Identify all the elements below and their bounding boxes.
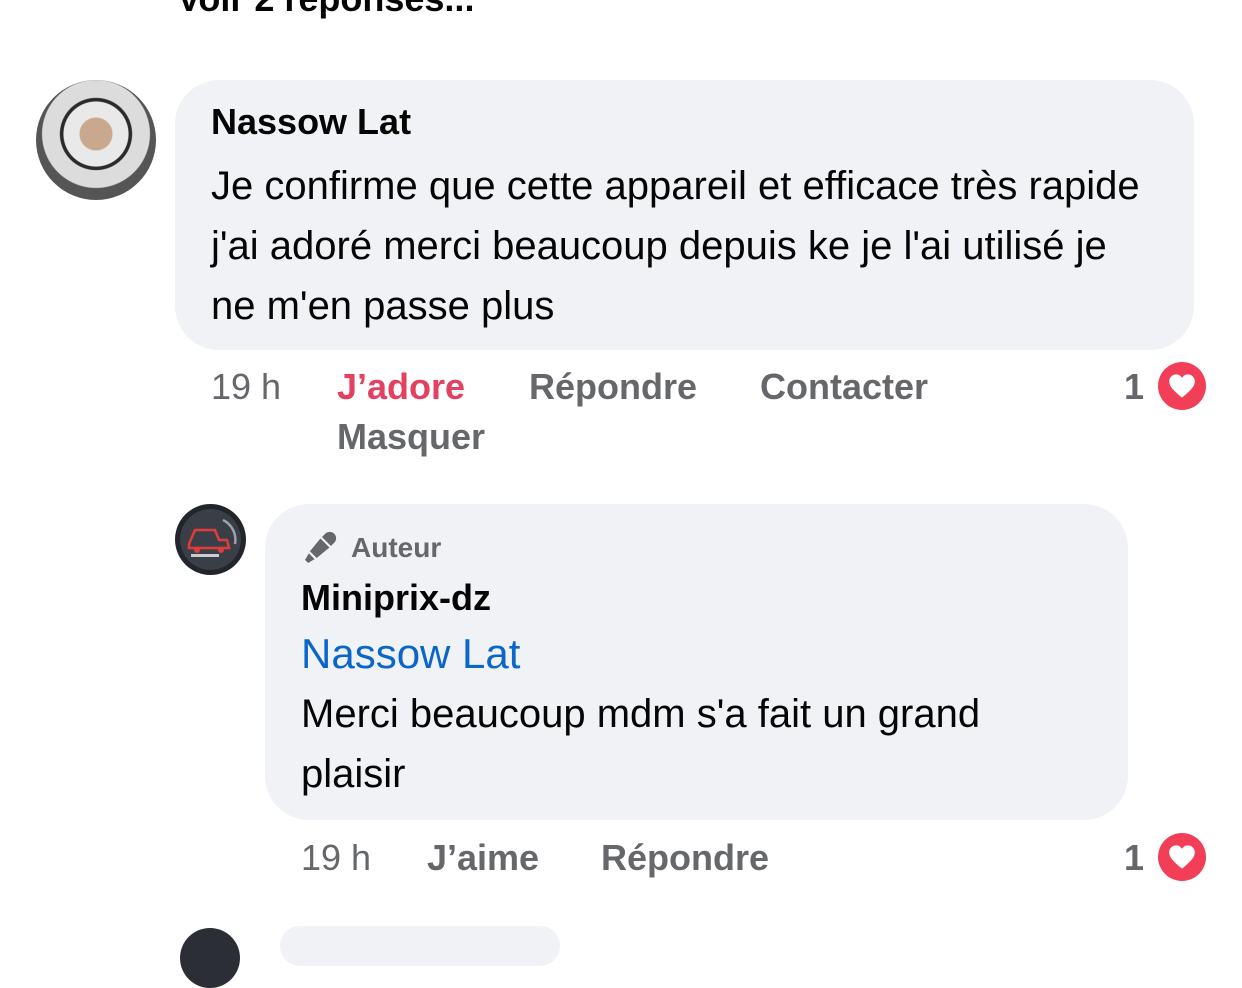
- comment-bubble: Nassow Lat Je confirme que cette apparei…: [175, 80, 1194, 350]
- author-badge: Auteur: [301, 530, 1092, 566]
- view-replies-link[interactable]: Voir 2 réponses...: [177, 0, 474, 20]
- next-commenter-avatar[interactable]: [180, 928, 240, 988]
- hide-button[interactable]: Masquer: [337, 412, 485, 462]
- reply-reaction-count[interactable]: 1: [1124, 833, 1144, 883]
- love-button[interactable]: J’adore: [337, 362, 465, 412]
- comment-text: Je confirme que cette appareil et effica…: [211, 164, 1140, 328]
- reply-actions: 19 h: [301, 833, 371, 883]
- comment-actions: 19 h: [211, 362, 281, 412]
- comment-author-name[interactable]: Nassow Lat: [211, 102, 1158, 142]
- comment-timestamp[interactable]: 19 h: [211, 366, 281, 407]
- like-button[interactable]: J’aime: [427, 833, 539, 883]
- heart-icon-shape: [1169, 845, 1195, 869]
- commenter-avatar[interactable]: [36, 80, 156, 200]
- reply-text: Merci beaucoup mdm s'a fait un grand pla…: [301, 692, 981, 796]
- page-avatar[interactable]: [175, 504, 246, 575]
- contact-button[interactable]: Contacter: [760, 362, 928, 412]
- heart-icon-shape: [1169, 374, 1195, 398]
- author-badge-label: Auteur: [351, 532, 442, 563]
- heart-icon[interactable]: [1158, 833, 1206, 881]
- next-comment-bubble: [280, 926, 560, 966]
- shop-logo-icon: [187, 518, 237, 557]
- comment-reaction-count[interactable]: 1: [1124, 362, 1144, 412]
- microphone-icon: [301, 530, 339, 566]
- reply-timestamp[interactable]: 19 h: [301, 837, 371, 878]
- reply-bubble: Auteur Miniprix-dz Nassow Lat Merci beau…: [265, 504, 1128, 820]
- reply-button[interactable]: Répondre: [529, 362, 697, 412]
- mention-link[interactable]: Nassow Lat: [301, 624, 1092, 684]
- heart-icon[interactable]: [1158, 362, 1206, 410]
- reply-to-reply-button[interactable]: Répondre: [601, 833, 769, 883]
- reply-author-name[interactable]: Miniprix-dz: [301, 576, 1092, 620]
